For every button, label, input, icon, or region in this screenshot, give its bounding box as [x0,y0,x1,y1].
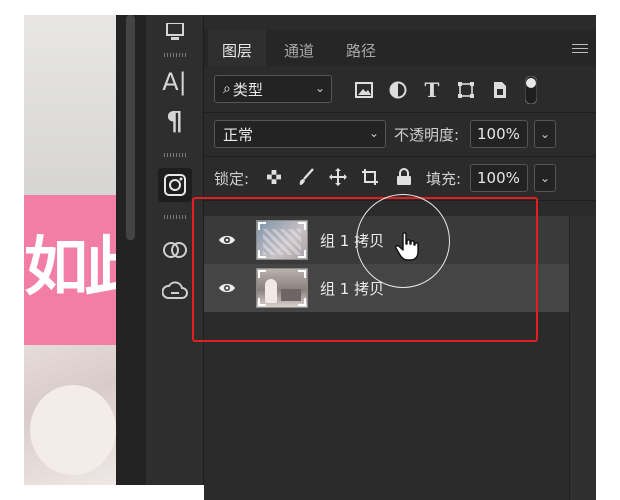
tool-column [116,15,146,485]
properties-icon[interactable] [146,15,203,51]
blend-mode-dropdown[interactable]: 正常 ⌄ [214,120,386,148]
fill-input[interactable]: 100% [470,164,528,192]
filter-toggle-icon[interactable] [524,76,538,104]
fill-label: 填充: [426,170,462,188]
layer-kind-filter-dropdown[interactable]: ⌕ 类型 ⌄ [214,75,332,103]
opacity-slider-toggle[interactable]: ⌄ [534,120,556,148]
fill-slider-toggle[interactable]: ⌄ [534,164,556,192]
layers-scrollbar[interactable] [569,216,596,500]
canvas-preview: 如此 [24,15,116,485]
layer-kind-label: 类型 [232,80,263,99]
canvas-banner-text: 如此 [24,231,116,305]
image-filter-icon[interactable] [354,80,374,100]
tool-column-scrollbar[interactable] [126,15,135,240]
lock-position-icon[interactable] [328,167,348,187]
opacity-input[interactable]: 100% [470,120,528,148]
canvas-photo-bottom [24,345,116,485]
type-filter-icon[interactable]: T [422,78,442,102]
paragraph-panel-icon[interactable]: ¶ [146,105,203,139]
opacity-label: 不透明度: [394,126,460,144]
lock-all-icon[interactable] [394,167,414,187]
lock-image-pixels-icon[interactable] [296,167,316,187]
canvas-pink-banner: 如此 [24,195,116,345]
chevron-down-icon: ⌄ [314,81,325,95]
panel-menu-icon[interactable] [572,44,588,54]
dock-separator [164,153,186,157]
character-panel-icon[interactable]: A| [146,65,203,99]
tab-paths[interactable]: 路径 [346,40,376,61]
tab-channels[interactable]: 通道 [284,40,314,61]
canvas-photo-subject [30,385,116,475]
lock-transparent-pixels-icon[interactable] [264,167,284,187]
canvas-photo-top [24,15,116,195]
search-icon: ⌕ [223,81,231,97]
dock-separator [164,53,186,57]
dock-separator [164,215,186,219]
shape-filter-icon[interactable] [456,80,476,100]
panel-tab-bar: 图层 通道 路径 [204,30,596,66]
tab-layers[interactable]: 图层 [222,40,252,61]
adjustment-filter-icon[interactable] [388,80,408,100]
lock-artboard-icon[interactable] [360,167,380,187]
blend-mode-value: 正常 [223,125,254,144]
smart-object-filter-icon[interactable] [490,80,510,100]
blend-row: 正常 ⌄ 不透明度: 100% ⌄ [204,112,596,157]
lock-label: 锁定: [214,170,250,188]
hand-cursor-icon [395,232,421,262]
chevron-down-icon: ⌄ [368,126,379,140]
